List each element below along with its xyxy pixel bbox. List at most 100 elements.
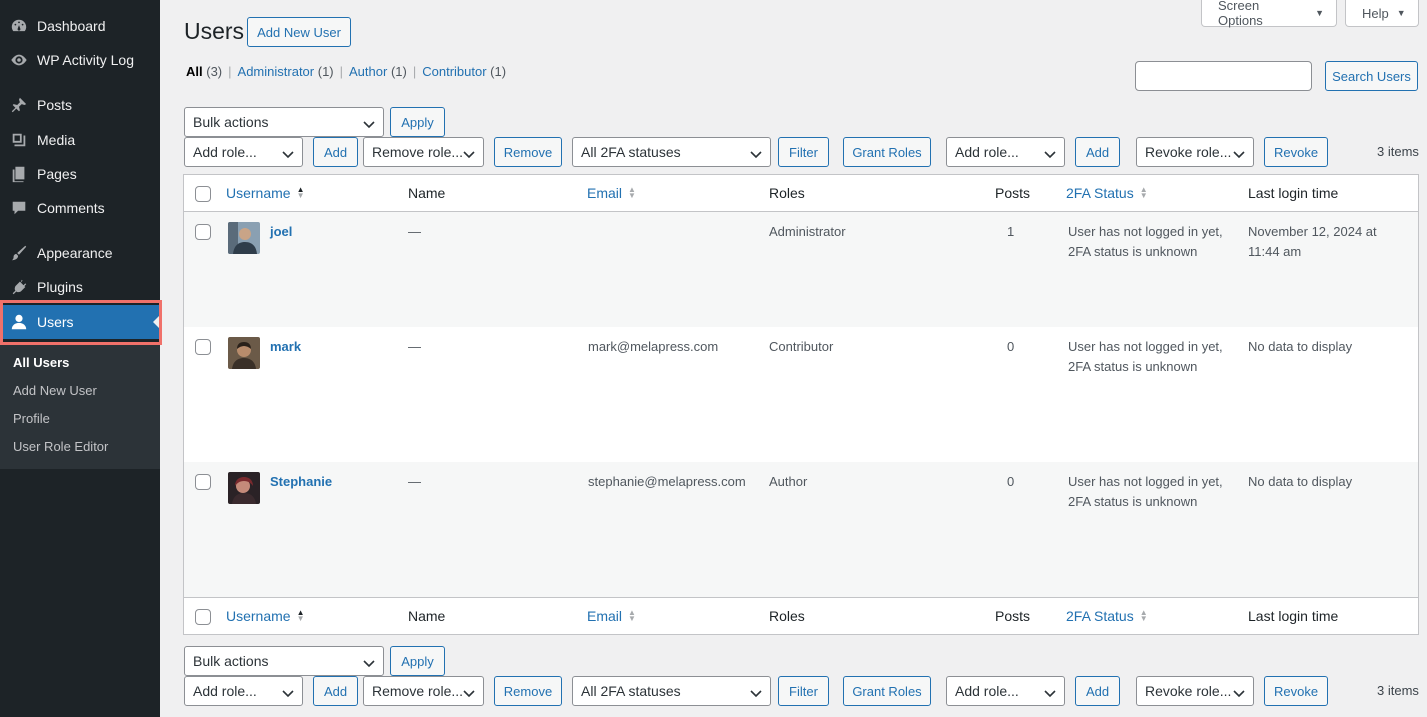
- revoke-role-select[interactable]: Revoke role...: [1136, 137, 1254, 167]
- chevron-down-icon: [750, 147, 762, 159]
- column-last-login: Last login time: [1248, 608, 1339, 624]
- username-link[interactable]: Stephanie: [270, 474, 332, 489]
- help-label: Help: [1362, 5, 1389, 21]
- filter-all-count: (3): [206, 64, 223, 79]
- row-checkbox[interactable]: [195, 224, 211, 240]
- twofa-status-select-bottom[interactable]: All 2FA statuses: [572, 676, 771, 706]
- add-role-select-bottom[interactable]: Add role...: [184, 676, 303, 706]
- column-email[interactable]: Email ▲ ▼: [587, 608, 636, 624]
- filter-administrator-count: (1): [317, 64, 334, 79]
- screen-options-button[interactable]: Screen Options ▼: [1201, 0, 1337, 28]
- submenu-all-users[interactable]: All Users: [0, 349, 160, 377]
- filter-button[interactable]: Filter: [778, 137, 829, 167]
- username-link[interactable]: mark: [270, 339, 301, 354]
- sidebar-item-activity-log[interactable]: WP Activity Log: [0, 43, 160, 77]
- name-cell: —: [408, 339, 421, 354]
- submenu-user-role-editor[interactable]: User Role Editor: [0, 433, 160, 461]
- row-checkbox[interactable]: [195, 339, 211, 355]
- select-value: Add role...: [955, 683, 1019, 699]
- grant-roles-button-bottom[interactable]: Grant Roles: [843, 676, 931, 706]
- column-email-label: Email: [587, 608, 623, 624]
- table-row: mark — mark@melapress.com Contributor 0 …: [184, 327, 1418, 462]
- filter-administrator[interactable]: Administrator: [238, 64, 315, 79]
- add-role-button[interactable]: Add: [313, 137, 358, 167]
- separator: |: [339, 64, 344, 79]
- search-users-button[interactable]: Search Users: [1325, 61, 1418, 91]
- avatar: [228, 337, 260, 369]
- add-role-button-2[interactable]: Add: [1075, 137, 1120, 167]
- remove-role-button-bottom[interactable]: Remove: [494, 676, 562, 706]
- apply-button[interactable]: Apply: [390, 107, 445, 137]
- add-role-button-bottom[interactable]: Add: [313, 676, 358, 706]
- chevron-down-icon: [463, 686, 475, 698]
- posts-link[interactable]: 1: [1007, 222, 1014, 242]
- column-2fa-status[interactable]: 2FA Status ▲ ▼: [1066, 185, 1148, 201]
- help-button[interactable]: Help ▼: [1345, 0, 1419, 27]
- sidebar-item-media[interactable]: Media: [0, 123, 160, 157]
- sidebar-item-users[interactable]: Users: [0, 305, 160, 339]
- sidebar-item-dashboard[interactable]: Dashboard: [0, 9, 160, 43]
- revoke-button-bottom[interactable]: Revoke: [1264, 676, 1328, 706]
- remove-role-button[interactable]: Remove: [494, 137, 562, 167]
- last-login-cell: No data to display: [1248, 339, 1353, 354]
- add-role-select[interactable]: Add role...: [184, 137, 303, 167]
- column-roles: Roles: [769, 608, 805, 624]
- select-all-checkbox[interactable]: [195, 186, 211, 202]
- sidebar-item-posts[interactable]: Posts: [0, 88, 160, 122]
- search-input[interactable]: [1135, 61, 1312, 91]
- apply-button-bottom[interactable]: Apply: [390, 646, 445, 676]
- select-value: Revoke role...: [1145, 144, 1232, 160]
- twofa-line: User has not logged in yet,: [1068, 224, 1223, 239]
- column-username[interactable]: Username ▲ ▼: [226, 608, 305, 624]
- row-checkbox[interactable]: [195, 474, 211, 490]
- sort-icon: ▲ ▼: [296, 608, 305, 623]
- column-username[interactable]: Username ▲ ▼: [226, 185, 305, 201]
- items-count-bottom: 3 items: [1377, 683, 1419, 698]
- add-new-user-button[interactable]: Add New User: [247, 17, 351, 47]
- add-role-select-2[interactable]: Add role...: [946, 137, 1065, 167]
- select-all-checkbox-footer[interactable]: [195, 609, 211, 625]
- remove-role-select-bottom[interactable]: Remove role...: [363, 676, 484, 706]
- submenu-add-new-user[interactable]: Add New User: [0, 377, 160, 405]
- add-role-button-2-bottom[interactable]: Add: [1075, 676, 1120, 706]
- chevron-down-icon: [1233, 147, 1245, 159]
- chevron-down-icon: [1044, 147, 1056, 159]
- bulk-actions-select[interactable]: Bulk actions: [184, 107, 384, 137]
- chevron-down-icon: [1233, 686, 1245, 698]
- twofa-status-select[interactable]: All 2FA statuses: [572, 137, 771, 167]
- sidebar-item-plugins[interactable]: Plugins: [0, 270, 160, 304]
- filter-author[interactable]: Author: [349, 64, 387, 79]
- column-last-login: Last login time: [1248, 185, 1339, 201]
- column-2fa-status[interactable]: 2FA Status ▲ ▼: [1066, 608, 1148, 624]
- sidebar-item-appearance[interactable]: Appearance: [0, 236, 160, 270]
- remove-role-select[interactable]: Remove role...: [363, 137, 484, 167]
- filter-button-bottom[interactable]: Filter: [778, 676, 829, 706]
- twofa-line: 2FA status is unknown: [1068, 494, 1198, 509]
- revoke-button[interactable]: Revoke: [1264, 137, 1328, 167]
- grant-roles-button[interactable]: Grant Roles: [843, 137, 931, 167]
- sidebar-item-pages[interactable]: Pages: [0, 157, 160, 191]
- sort-icon: ▲ ▼: [628, 608, 636, 623]
- separator: |: [412, 64, 417, 79]
- email-link[interactable]: mark@melapress.com: [588, 337, 718, 357]
- sidebar-item-comments[interactable]: Comments: [0, 191, 160, 225]
- submenu-profile[interactable]: Profile: [0, 405, 160, 433]
- posts-cell: 0: [1007, 339, 1015, 354]
- email-link[interactable]: stephanie@melapress.com: [588, 472, 746, 492]
- chevron-down-icon: [463, 147, 475, 159]
- user-icon: [9, 312, 29, 332]
- revoke-role-select-bottom[interactable]: Revoke role...: [1136, 676, 1254, 706]
- sidebar-item-label: Appearance: [37, 245, 113, 261]
- filter-all[interactable]: All: [186, 64, 203, 79]
- chevron-down-icon: [282, 686, 294, 698]
- username-link[interactable]: joel: [270, 224, 292, 239]
- name-cell: —: [408, 224, 421, 239]
- column-email[interactable]: Email ▲ ▼: [587, 185, 636, 201]
- bulk-actions-select-bottom[interactable]: Bulk actions: [184, 646, 384, 676]
- sidebar-item-label: WP Activity Log: [37, 52, 135, 68]
- triangle-down-icon: ▼: [1396, 8, 1406, 18]
- filter-contributor[interactable]: Contributor: [422, 64, 486, 79]
- column-username-label: Username: [226, 185, 291, 201]
- add-role-select-2-bottom[interactable]: Add role...: [946, 676, 1065, 706]
- last-login-line: November 12, 2024 at: [1248, 224, 1377, 239]
